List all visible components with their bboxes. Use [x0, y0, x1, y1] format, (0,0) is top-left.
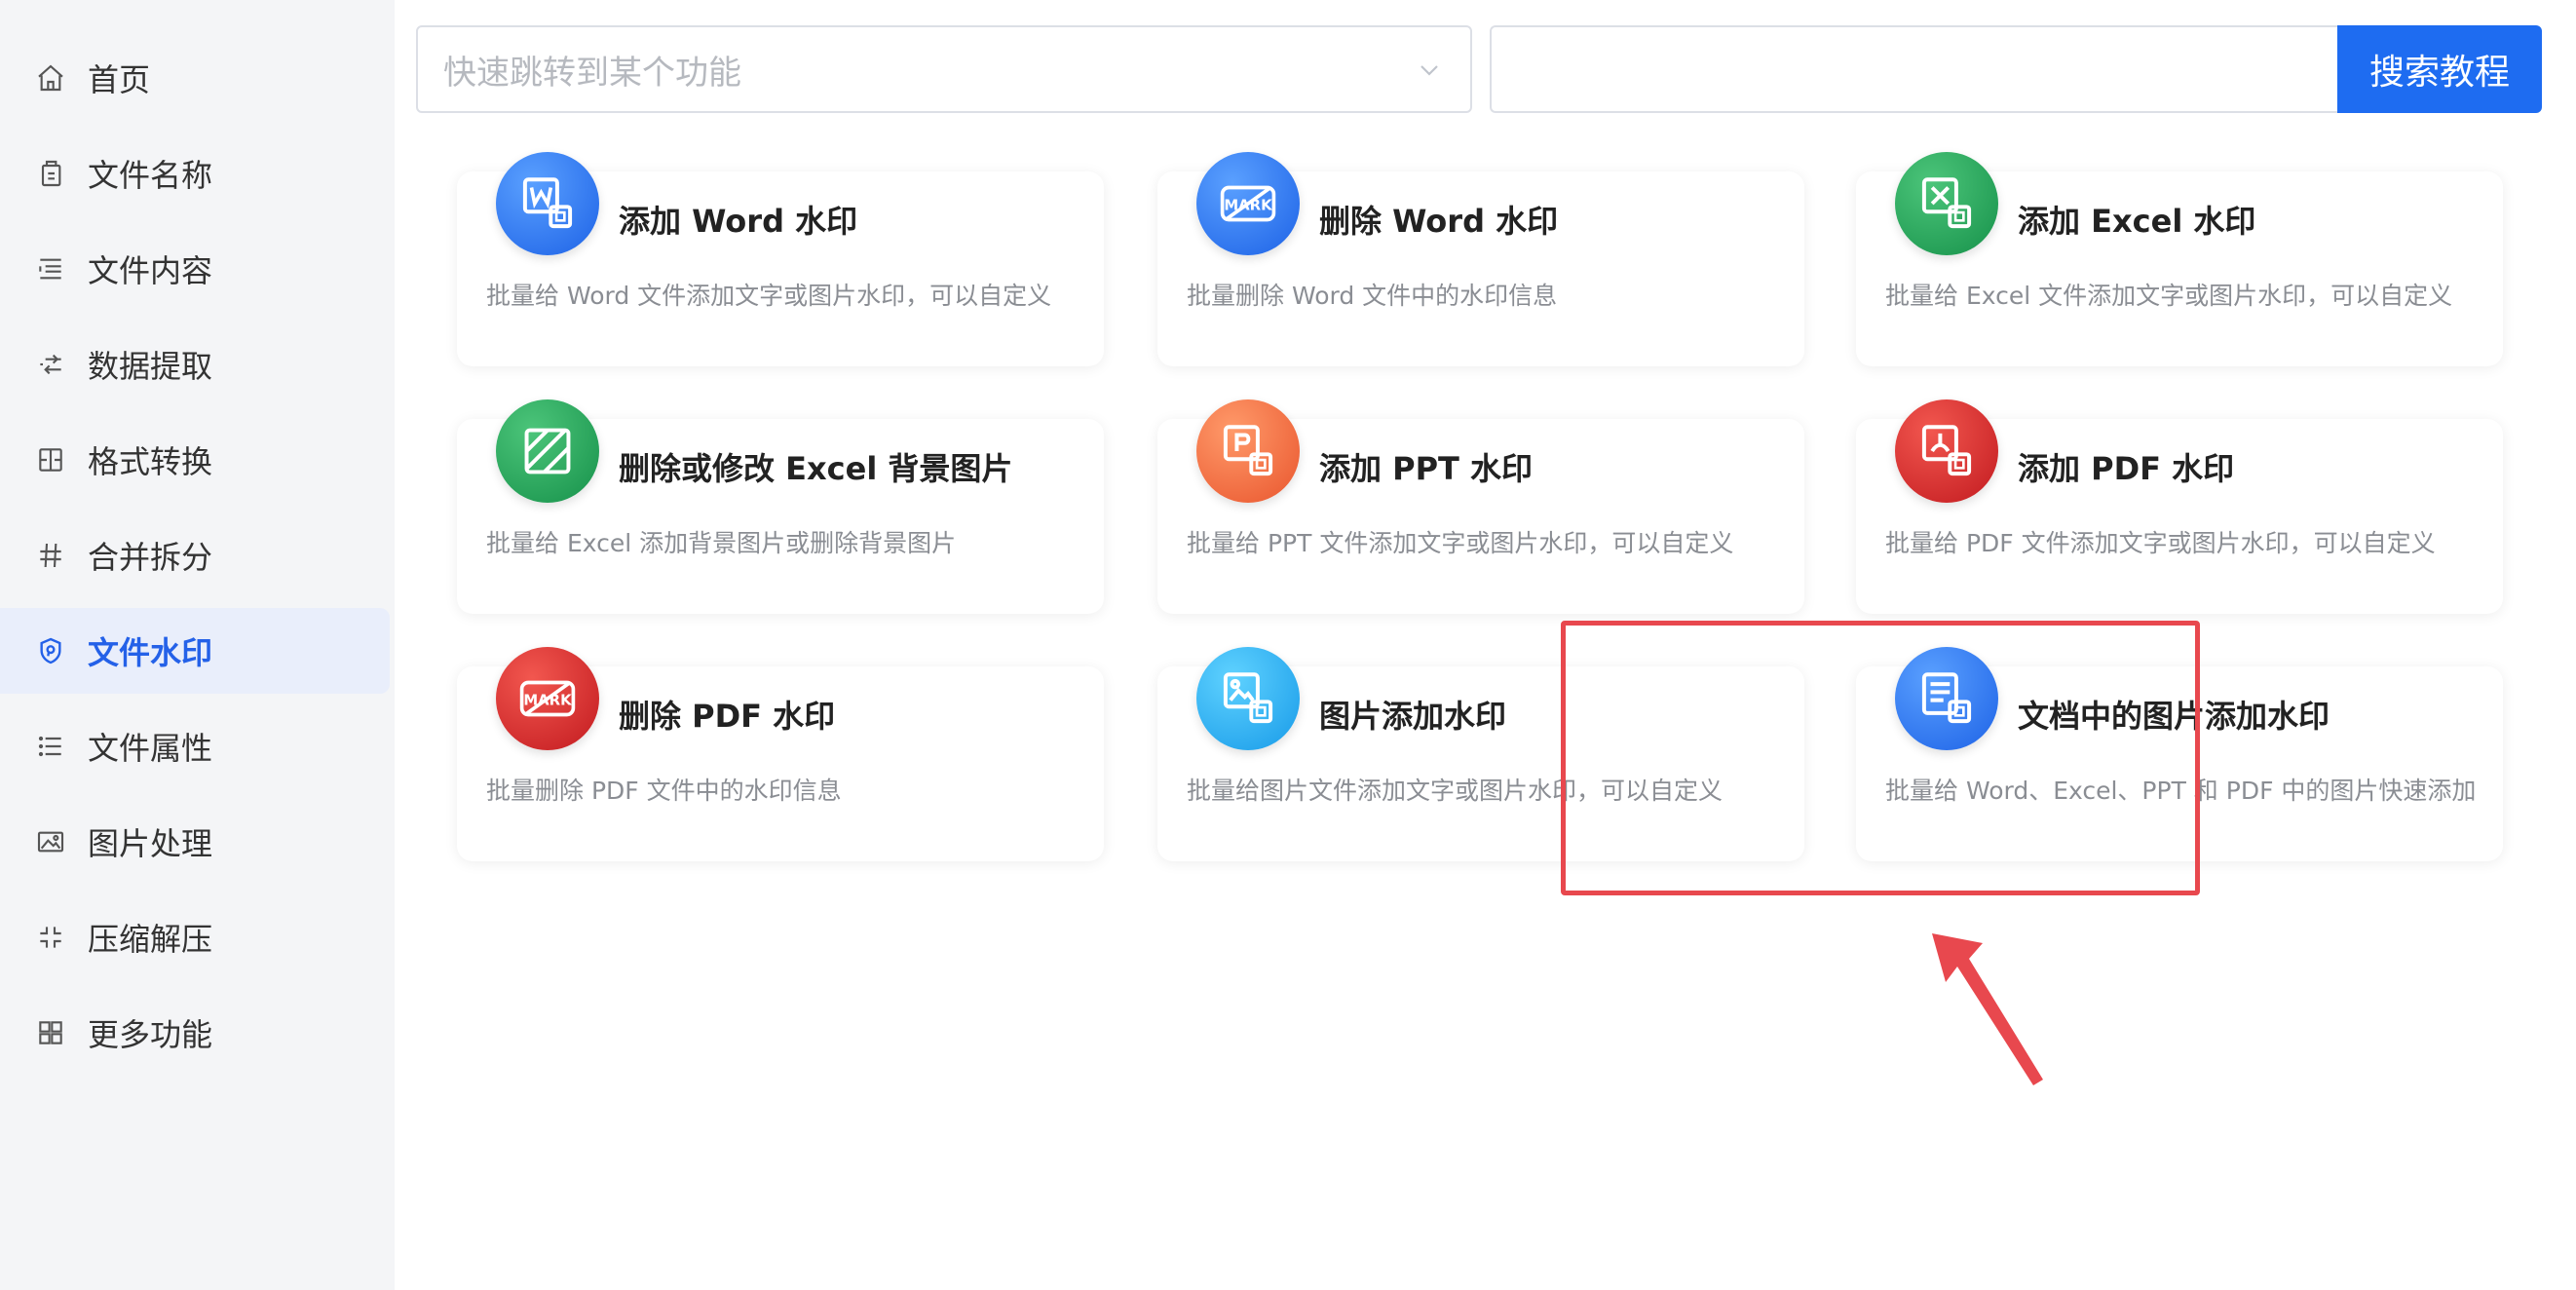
card-add-excel-watermark[interactable]: 添加 Excel 水印 批量给 Excel 文件添加文字或图片水印，可以自定义: [1856, 152, 2503, 366]
compress-icon: [33, 920, 68, 955]
image-watermark-icon: [1196, 647, 1300, 750]
card-title: 添加 Word 水印: [619, 203, 858, 240]
sidebar-item-label: 文件内容: [88, 252, 213, 289]
sidebar-item-label: 文件水印: [88, 634, 213, 671]
sidebar-item-file-watermark[interactable]: 文件水印: [0, 608, 390, 694]
card-remove-pdf-watermark[interactable]: MARK 删除 PDF 水印 批量删除 PDF 文件中的水印信息: [457, 647, 1104, 861]
sidebar-item-label: 更多功能: [88, 1016, 213, 1053]
main-panel: 快速跳转到某个功能 搜索教程 添加 Word 水印 批量给 Word 文件添加文…: [395, 0, 2576, 1290]
word-watermark-icon: [496, 152, 599, 255]
sidebar-item-label: 文件名称: [88, 157, 213, 194]
card-title: 文档中的图片添加水印: [2018, 698, 2330, 735]
card-title: 删除 Word 水印: [1319, 203, 1559, 240]
card-image-watermark[interactable]: 图片添加水印 批量给图片文件添加文字或图片水印，可以自定义: [1157, 647, 1804, 861]
card-title: 添加 PPT 水印: [1319, 450, 1534, 487]
card-title: 删除 PDF 水印: [619, 698, 836, 735]
card-description: 批量删除 Word 文件中的水印信息: [1187, 282, 1558, 310]
image-icon: [33, 824, 68, 859]
sidebar-item-label: 格式转换: [88, 443, 213, 480]
list-icon: [33, 729, 68, 764]
card-title: 添加 PDF 水印: [2018, 450, 2235, 487]
card-title: 添加 Excel 水印: [2018, 203, 2256, 240]
hash-icon: [33, 538, 68, 573]
sidebar-item-image-processing[interactable]: 图片处理: [0, 799, 390, 885]
function-search-select[interactable]: 快速跳转到某个功能: [416, 25, 1472, 113]
card-title: 删除或修改 Excel 背景图片: [619, 450, 1013, 487]
sidebar-item-label: 图片处理: [88, 825, 213, 862]
home-icon: [33, 60, 68, 95]
card-description: 批量给 PPT 文件添加文字或图片水印，可以自定义: [1187, 529, 1734, 557]
grid-icon: [33, 1015, 68, 1050]
search-placeholder: 快速跳转到某个功能: [443, 53, 741, 93]
card-description: 批量给 Word 文件添加文字或图片水印，可以自定义: [486, 282, 1052, 310]
excel-watermark-icon: [1895, 152, 1998, 255]
card-description: 批量给 Word、Excel、PPT 和 PDF 中的图片快速添加: [1885, 777, 2477, 805]
mark-remove-icon: MARK: [496, 647, 599, 750]
sidebar-item-label: 数据提取: [88, 348, 213, 385]
convert-icon: [33, 442, 68, 477]
card-title: 图片添加水印: [1319, 698, 1507, 735]
card-description: 批量删除 PDF 文件中的水印信息: [486, 777, 842, 805]
card-add-ppt-watermark[interactable]: 添加 PPT 水印 批量给 PPT 文件添加文字或图片水印，可以自定义: [1157, 399, 1804, 614]
sidebar-item-file-name[interactable]: 文件名称: [0, 131, 390, 216]
search-tutorial-button[interactable]: 搜索教程: [2337, 25, 2542, 113]
sidebar-item-file-properties[interactable]: 文件属性: [0, 703, 390, 789]
document-image-icon: [1895, 647, 1998, 750]
card-description: 批量给图片文件添加文字或图片水印，可以自定义: [1187, 777, 1724, 805]
sidebar-item-format-convert[interactable]: 格式转换: [0, 417, 390, 503]
sidebar-item-label: 合并拆分: [88, 539, 213, 576]
sidebar-item-label: 文件属性: [88, 730, 213, 767]
sidebar-item-compress[interactable]: 压缩解压: [0, 894, 390, 980]
shield-icon: [33, 633, 68, 668]
sidebar-item-data-extract[interactable]: 数据提取: [0, 322, 390, 407]
card-remove-word-watermark[interactable]: MARK 删除 Word 水印 批量删除 Word 文件中的水印信息: [1157, 152, 1804, 366]
extract-icon: [33, 347, 68, 382]
mark-remove-icon: MARK: [1196, 152, 1300, 255]
card-description: 批量给 Excel 文件添加文字或图片水印，可以自定义: [1885, 282, 2453, 310]
sidebar: 首页 文件名称 文件内容 数据提取 格式转换 合并拆分 文件水印 文件属性 图片…: [0, 0, 395, 1290]
list-icon: [33, 251, 68, 286]
chevron-down-icon: [1421, 65, 1438, 76]
sidebar-item-home[interactable]: 首页: [0, 35, 390, 121]
tutorial-search-input[interactable]: [1490, 25, 2343, 113]
card-excel-background[interactable]: 删除或修改 Excel 背景图片 批量给 Excel 添加背景图片或删除背景图片: [457, 399, 1104, 614]
sidebar-item-more[interactable]: 更多功能: [0, 990, 390, 1076]
sidebar-item-label: 压缩解压: [88, 921, 213, 958]
file-copy-icon: [33, 156, 68, 191]
sidebar-item-file-content[interactable]: 文件内容: [0, 226, 390, 312]
card-add-pdf-watermark[interactable]: 添加 PDF 水印 批量给 PDF 文件添加文字或图片水印，可以自定义: [1856, 399, 2503, 614]
pointer-arrow-icon: [1932, 933, 2043, 1085]
card-document-image-watermark[interactable]: 文档中的图片添加水印 批量给 Word、Excel、PPT 和 PDF 中的图片…: [1856, 647, 2503, 861]
sidebar-item-merge-split[interactable]: 合并拆分: [0, 512, 390, 598]
card-add-word-watermark[interactable]: 添加 Word 水印 批量给 Word 文件添加文字或图片水印，可以自定义: [457, 152, 1104, 366]
sidebar-item-label: 首页: [88, 61, 151, 98]
ppt-watermark-icon: [1196, 399, 1300, 503]
pdf-watermark-icon: [1895, 399, 1998, 503]
card-description: 批量给 PDF 文件添加文字或图片水印，可以自定义: [1885, 529, 2436, 557]
excel-background-icon: [496, 399, 599, 503]
card-description: 批量给 Excel 添加背景图片或删除背景图片: [486, 529, 957, 557]
